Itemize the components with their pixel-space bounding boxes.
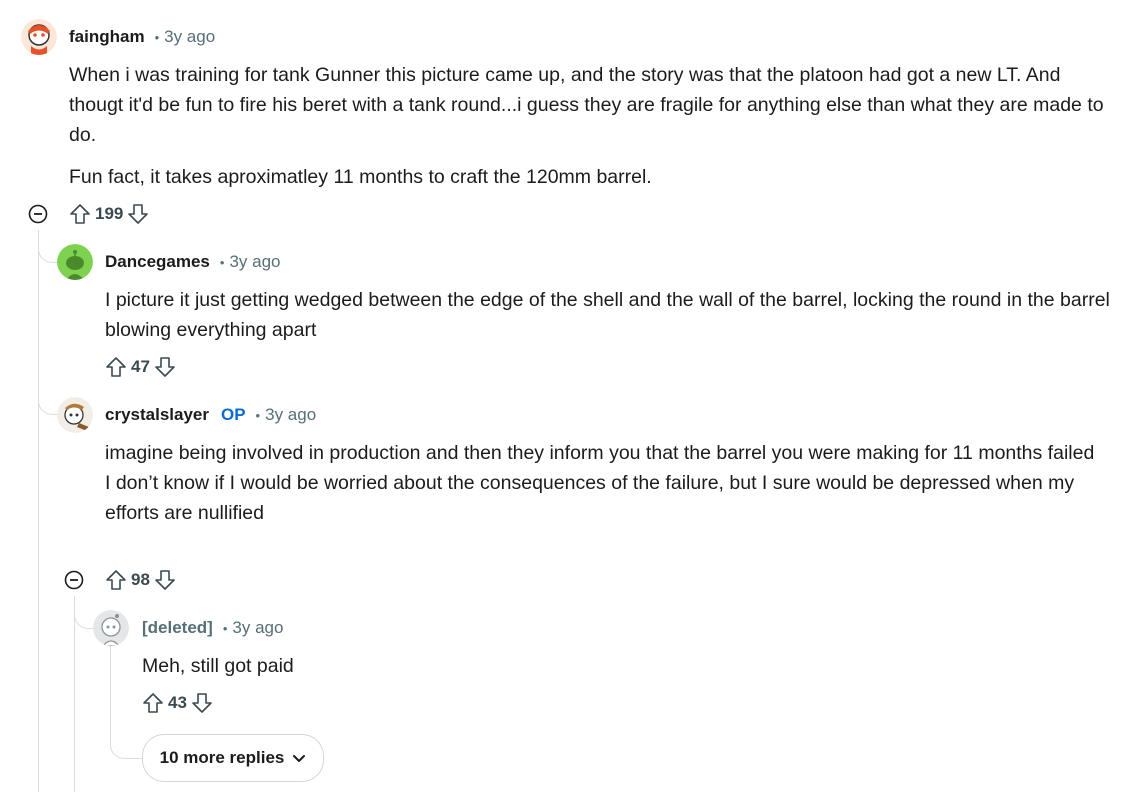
- comment-paragraph: I don’t know if I would be worried about…: [105, 472, 1075, 524]
- thread-branch-deleted: [74, 596, 95, 629]
- avatar[interactable]: [57, 397, 93, 433]
- upvote-arrow-icon[interactable]: [69, 203, 91, 225]
- upvote-arrow-icon[interactable]: [105, 569, 127, 591]
- upvote-arrow-icon[interactable]: [142, 692, 164, 714]
- downvote-arrow-icon[interactable]: [191, 692, 213, 714]
- comment-paragraph: I picture it just getting wedged between…: [105, 289, 1110, 341]
- avatar[interactable]: [21, 19, 57, 55]
- more-replies-button[interactable]: 10 more replies: [142, 734, 324, 782]
- vote-bar: 43: [142, 692, 213, 714]
- vote-bar: 98: [105, 569, 176, 591]
- separator-dot: •: [255, 407, 261, 423]
- comment-meta: crystalslayer OP • 3y ago: [105, 405, 316, 425]
- comment-body: Meh, still got paid: [142, 651, 1042, 681]
- vote-bar: 199: [69, 203, 149, 225]
- username[interactable]: Dancegames: [105, 252, 210, 272]
- op-badge: OP: [220, 405, 246, 424]
- comment-body: I picture it just getting wedged between…: [105, 285, 1115, 345]
- comment-paragraph: When i was training for tank Gunner this…: [69, 64, 1104, 146]
- comment-body: When i was training for tank Gunner this…: [69, 60, 1109, 192]
- vote-bar: 47: [105, 356, 176, 378]
- vote-count: 47: [131, 357, 150, 376]
- collapse-minus-icon[interactable]: [28, 204, 48, 224]
- comment-meta: faingham • 3y ago: [69, 27, 215, 47]
- timestamp[interactable]: 3y ago: [265, 405, 316, 425]
- chevron-down-icon: [293, 755, 306, 762]
- more-replies-label: 10 more replies: [159, 748, 285, 767]
- timestamp[interactable]: 3y ago: [229, 252, 280, 272]
- downvote-arrow-icon[interactable]: [154, 569, 176, 591]
- timestamp[interactable]: 3y ago: [164, 27, 215, 47]
- separator-dot: •: [219, 254, 225, 270]
- thread-line-crystalslayer[interactable]: [74, 596, 75, 792]
- username[interactable]: faingham: [69, 27, 145, 47]
- username: [deleted]: [142, 618, 213, 637]
- thread-line-root[interactable]: [38, 230, 39, 792]
- comment-paragraph: imagine being involved in production and…: [105, 442, 1095, 464]
- downvote-arrow-icon[interactable]: [154, 356, 176, 378]
- comment-meta: Dancegames • 3y ago: [105, 252, 281, 272]
- vote-count: 199: [95, 204, 124, 223]
- timestamp[interactable]: 3y ago: [232, 618, 283, 638]
- vote-count: 43: [168, 693, 187, 712]
- separator-dot: •: [154, 29, 160, 45]
- thread-branch-dancegames: [38, 238, 59, 263]
- downvote-arrow-icon[interactable]: [127, 203, 149, 225]
- avatar: [93, 610, 129, 646]
- comment-body: imagine being involved in production and…: [105, 438, 1095, 528]
- thread-branch-more-replies: [110, 636, 143, 759]
- collapse-minus-icon[interactable]: [64, 570, 84, 590]
- comment-paragraph: Meh, still got paid: [142, 655, 294, 677]
- comment-paragraph: Fun fact, it takes aproximatley 11 month…: [69, 166, 652, 188]
- vote-count: 98: [131, 570, 150, 589]
- username[interactable]: crystalslayer: [105, 405, 209, 425]
- thread-branch-crystalslayer: [38, 380, 59, 415]
- avatar[interactable]: [57, 244, 93, 280]
- separator-dot: •: [222, 620, 228, 636]
- comment-meta: [deleted] • 3y ago: [142, 618, 283, 638]
- upvote-arrow-icon[interactable]: [105, 356, 127, 378]
